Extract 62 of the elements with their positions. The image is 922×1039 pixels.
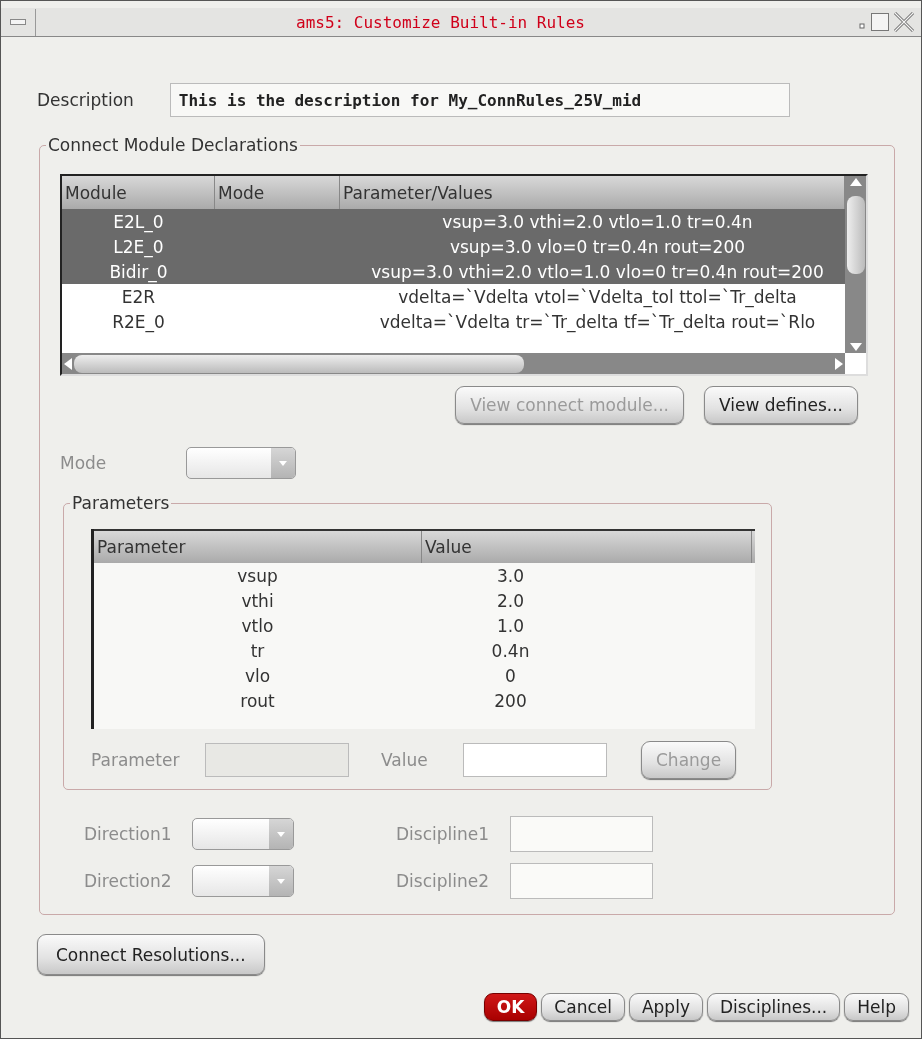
parameter-name: vsup <box>236 565 279 586</box>
parameter-value: 1.0 <box>495 615 525 636</box>
direction-label: Direction2 <box>84 871 173 891</box>
dropdown-arrow-icon <box>277 831 285 837</box>
connect-resolutions-button[interactable]: Connect Resolutions... <box>37 934 265 975</box>
view-defines-button[interactable]: View defines... <box>704 386 858 424</box>
parameter-name: rout <box>239 690 276 711</box>
dialog-button[interactable]: Cancel <box>541 993 625 1021</box>
module-name: E2R <box>120 286 157 307</box>
dialog-button[interactable]: Apply <box>628 993 703 1021</box>
parameter-value: 0 <box>504 665 517 686</box>
column-header[interactable]: Value <box>422 531 752 563</box>
direction-dropdown[interactable] <box>192 865 294 897</box>
dialog-button[interactable]: Help <box>844 993 909 1021</box>
parameter-name: tr <box>249 640 266 661</box>
parameter-values: vsup=3.0 vthi=2.0 vtlo=1.0 vlo=0 tr=0.4n rout=200 <box>370 261 825 282</box>
parameter-values: vsup=3.0 vthi=2.0 vtlo=1.0 tr=0.4n <box>441 211 754 232</box>
discipline-field[interactable] <box>510 816 653 852</box>
parameter-label: Parameter <box>91 750 181 770</box>
parameter-values: vdelta=`Vdelta vtol=`Vdelta_tol ttol=`Tr_delta <box>397 286 798 307</box>
module-name: R2E_0 <box>111 311 166 332</box>
scroll-right-icon[interactable] <box>835 357 843 370</box>
scroll-left-icon[interactable] <box>64 357 72 370</box>
discipline-field[interactable] <box>510 863 653 899</box>
dialog-button[interactable]: Disciplines... <box>706 993 841 1021</box>
description-field[interactable]: This is the description for My_ConnRules_25V_mid <box>169 83 790 117</box>
description-label: Description <box>37 90 134 110</box>
parameter-value: 0.4n <box>490 640 531 661</box>
parameter-name: vtlo <box>240 615 275 636</box>
parameter-values: vsup=3.0 vlo=0 tr=0.4n rout=200 <box>448 236 747 257</box>
module-name: Bidir_0 <box>108 261 169 282</box>
parameter-name: vlo <box>243 665 272 686</box>
table-row[interactable]: E2L_0 vsup=3.0 vthi=2.0 vtlo=1.0 tr=0.4n <box>62 209 845 234</box>
discipline-label: Discipline1 <box>396 824 491 844</box>
dropdown-arrow-icon <box>279 460 287 466</box>
window-title: ams5: Customize Built-in Rules <box>295 12 586 32</box>
vertical-scrollbar[interactable] <box>845 176 866 353</box>
parameter-value: 2.0 <box>495 590 525 611</box>
direction-label: Direction1 <box>84 824 173 844</box>
parameter-values: vdelta=`Vdelta tr=`Tr_delta tf=`Tr_delta rout=`Rlo <box>378 311 817 332</box>
parameter-value: 3.0 <box>495 565 525 586</box>
discipline-label: Discipline2 <box>396 871 491 891</box>
scroll-up-icon[interactable] <box>849 178 862 186</box>
ok-button[interactable]: OK <box>483 993 538 1021</box>
column-header[interactable]: Parameter <box>94 531 422 563</box>
table-row[interactable]: Bidir_0 vsup=3.0 vthi=2.0 vtlo=1.0 vlo=0 tr=0.4n rout=200 <box>62 259 845 284</box>
value-field[interactable] <box>463 743 607 777</box>
table-row[interactable]: L2E_0 vsup=3.0 vlo=0 tr=0.4n rout=200 <box>62 234 845 259</box>
scroll-down-icon[interactable] <box>849 343 862 351</box>
mode-label: Mode <box>60 453 108 473</box>
parameter-value: 200 <box>493 690 528 711</box>
dropdown-arrow-icon <box>277 878 285 884</box>
maximize-icon[interactable] <box>869 11 891 33</box>
module-name: E2L_0 <box>112 211 165 232</box>
horizontal-scrollbar[interactable] <box>62 353 845 374</box>
value-label: Value <box>381 750 429 770</box>
parameter-name: vthi <box>240 590 275 611</box>
close-icon[interactable] <box>893 11 915 33</box>
mode-dropdown[interactable] <box>186 447 296 479</box>
window-menu-icon[interactable] <box>10 19 26 25</box>
module-name: L2E_0 <box>112 236 165 257</box>
direction-dropdown[interactable] <box>192 818 294 850</box>
